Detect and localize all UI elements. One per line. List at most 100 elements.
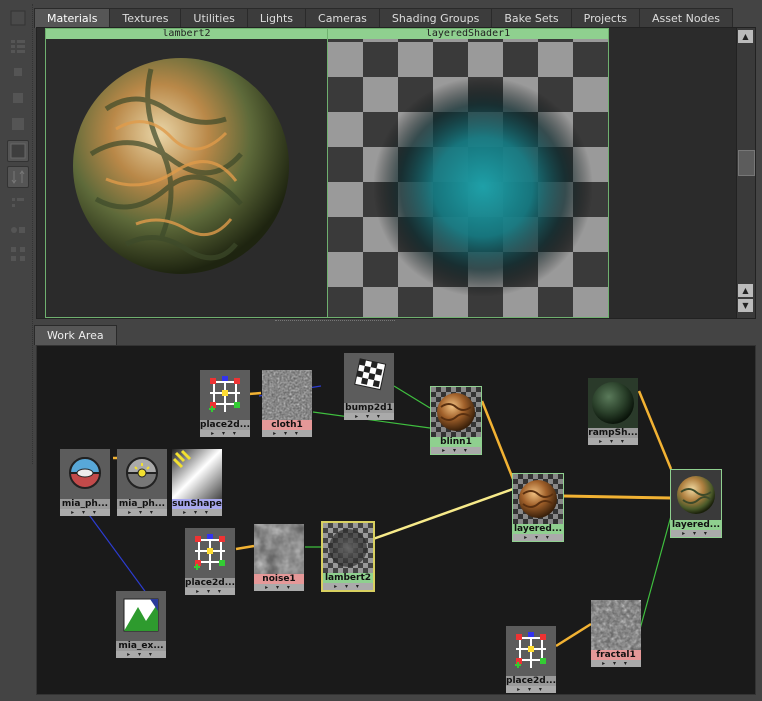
- node-ports[interactable]: ▸ ▾ ▾: [323, 583, 373, 590]
- node-ports[interactable]: ▸ ▾ ▾: [591, 660, 641, 667]
- tab-cameras[interactable]: Cameras: [305, 8, 380, 28]
- node-ports[interactable]: ▸ ▾ ▾: [185, 588, 235, 595]
- wire-place2d-fractal1: [555, 622, 592, 648]
- tab-asset-nodes[interactable]: Asset Nodes: [639, 8, 734, 28]
- node-label: place2d...: [506, 676, 556, 686]
- swatch-label: lambert2: [46, 29, 327, 39]
- node-ports[interactable]: ▸ ▾ ▾: [344, 413, 394, 420]
- panel-splitter-handle[interactable]: [275, 320, 395, 324]
- medium-icons-icon[interactable]: [8, 88, 28, 108]
- node-ports[interactable]: ▸ ▾ ▾: [431, 447, 481, 454]
- wire-fractal1-layered: [639, 515, 672, 630]
- large-icons-icon[interactable]: [8, 114, 28, 134]
- node-ports[interactable]: ▸ ▾ ▾: [60, 509, 110, 516]
- node-cloth1[interactable]: cloth1 ▸ ▾ ▾: [262, 370, 312, 437]
- exposure-lens-icon: [116, 591, 166, 641]
- ramp-shader-icon: [588, 378, 638, 428]
- node-sunshape[interactable]: sunShape ▸ ▾ ▾: [172, 449, 222, 516]
- scroll-down-button[interactable]: ▼: [738, 299, 753, 312]
- sort-icon[interactable]: [7, 166, 29, 188]
- bump2d-icon: [344, 353, 394, 403]
- display-icon[interactable]: [8, 8, 28, 28]
- material-swatch-layeredshader1[interactable]: layeredShader1: [327, 28, 609, 318]
- node-label: sunShape: [172, 499, 222, 509]
- node-layeredshader-mid[interactable]: layered... ▸ ▾ ▾: [512, 473, 564, 542]
- node-ports[interactable]: ▸ ▾ ▾: [172, 509, 222, 516]
- layered-shader-output-icon: [671, 470, 721, 520]
- cloth-texture-icon: [262, 370, 312, 420]
- node-label: noise1: [254, 574, 304, 584]
- tab-bake-sets[interactable]: Bake Sets: [491, 8, 572, 28]
- node-bump2d1[interactable]: bump2d1 ▸ ▾ ▾: [344, 353, 394, 420]
- node-rampshader[interactable]: rampSh... ▸ ▾ ▾: [588, 378, 638, 445]
- node-ports[interactable]: ▸ ▾ ▾: [513, 534, 563, 541]
- wire-mia-ex-blue: [86, 511, 148, 595]
- node-place2d-2[interactable]: place2d... ▸ ▾ ▾: [185, 528, 235, 595]
- lambert2-preview-image: [73, 58, 289, 274]
- node-label: mia_ph...: [117, 499, 167, 509]
- node-place2d-3[interactable]: place2d... ▸ ▾ ▾: [506, 626, 556, 693]
- arrange-icon[interactable]: [8, 194, 28, 214]
- node-blinn1[interactable]: blinn1 ▸ ▾ ▾: [430, 386, 482, 455]
- tab-lights[interactable]: Lights: [246, 8, 307, 28]
- node-ports[interactable]: ▸ ▾ ▾: [506, 686, 556, 693]
- node-ports[interactable]: ▸ ▾ ▾: [116, 651, 166, 658]
- tab-work-area[interactable]: Work Area: [34, 325, 117, 345]
- node-label: place2d...: [200, 420, 250, 430]
- node-label: bump2d1: [344, 403, 394, 413]
- tab-textures[interactable]: Textures: [109, 8, 182, 28]
- node-ports[interactable]: ▸ ▾ ▾: [671, 530, 721, 537]
- hypershade-tab-bar: Materials Textures Utilities Lights Came…: [34, 8, 734, 28]
- wire-layered-layered: [563, 494, 672, 500]
- node-place2d-1[interactable]: place2d... ▸ ▾ ▾: [200, 370, 250, 437]
- node-mia-exposure[interactable]: mia_ex... ▸ ▾ ▾: [116, 591, 166, 658]
- tab-materials[interactable]: Materials: [34, 8, 111, 28]
- material-swatch-lambert2[interactable]: lambert2: [45, 28, 328, 318]
- layeredshader-preview-image: [328, 39, 608, 317]
- node-ports[interactable]: ▸ ▾ ▾: [117, 509, 167, 516]
- side-toolbar: [4, 4, 33, 464]
- node-label: mia_ex...: [116, 641, 166, 651]
- node-layeredshader-right[interactable]: layered... ▸ ▾ ▾: [670, 469, 722, 538]
- node-label: blinn1: [431, 437, 481, 447]
- physical-sun-icon: [117, 449, 167, 499]
- lambert-material-icon: [323, 523, 373, 573]
- node-lambert2[interactable]: lambert2 ▸ ▾ ▾: [321, 521, 375, 592]
- graph-icon[interactable]: [8, 220, 28, 240]
- huge-icons-icon[interactable]: [7, 140, 29, 162]
- blinn-material-icon: [431, 387, 481, 437]
- node-label: place2d...: [185, 578, 235, 588]
- list-view-icon[interactable]: [8, 36, 28, 56]
- scroll-up-bottom-button[interactable]: ▲: [738, 284, 753, 297]
- fractal-texture-icon: [591, 600, 641, 650]
- tab-shading-groups[interactable]: Shading Groups: [378, 8, 493, 28]
- network-icon[interactable]: [8, 244, 28, 264]
- materials-panel: lambert2 layeredShader1 ▲ ▲ ▼: [36, 27, 756, 319]
- node-fractal1[interactable]: fractal1 ▸ ▾ ▾: [591, 600, 641, 667]
- node-label: layered...: [513, 524, 563, 534]
- node-label: cloth1: [262, 420, 312, 430]
- swatch-vertical-scrollbar[interactable]: ▲ ▲ ▼: [736, 28, 755, 318]
- node-mia-physicalsun[interactable]: mia_ph... ▸ ▾ ▾: [117, 449, 167, 516]
- node-mia-physicalsky[interactable]: mia_ph... ▸ ▾ ▾: [60, 449, 110, 516]
- node-ports[interactable]: ▸ ▾ ▾: [588, 438, 638, 445]
- layered-shader-icon: [513, 474, 563, 524]
- tab-projects[interactable]: Projects: [570, 8, 641, 28]
- wire-place2d-noise1: [235, 544, 255, 551]
- node-label: layered...: [671, 520, 721, 530]
- wire-bump2d1-blinn1: [393, 385, 431, 409]
- node-label: lambert2: [323, 573, 373, 583]
- scroll-up-button[interactable]: ▲: [738, 30, 753, 43]
- work-area-graph[interactable]: place2d... ▸ ▾ ▾ cloth1 ▸ ▾ ▾ bump2d1 ▸ …: [36, 345, 756, 695]
- node-ports[interactable]: ▸ ▾ ▾: [254, 584, 304, 591]
- small-icons-icon[interactable]: [8, 62, 28, 82]
- node-noise1[interactable]: noise1 ▸ ▾ ▾: [254, 524, 304, 591]
- physical-sky-icon: [60, 449, 110, 499]
- place2d-icon: [506, 626, 556, 676]
- scroll-thumb[interactable]: [738, 150, 755, 176]
- node-ports[interactable]: ▸ ▾ ▾: [200, 430, 250, 437]
- node-ports[interactable]: ▸ ▾ ▾: [262, 430, 312, 437]
- place2d-icon: [185, 528, 235, 578]
- node-label: mia_ph...: [60, 499, 110, 509]
- tab-utilities[interactable]: Utilities: [180, 8, 248, 28]
